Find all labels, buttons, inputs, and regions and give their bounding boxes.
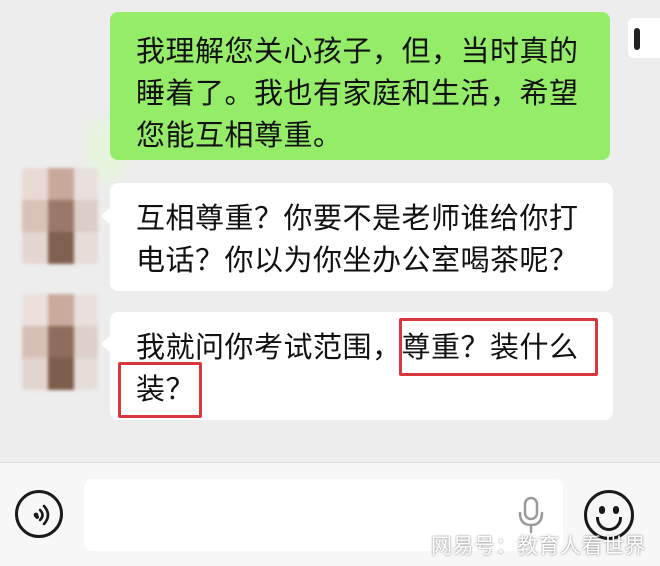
message-line: 我就问你考试范围，尊重？装什么 <box>136 330 579 364</box>
message-line: 您能互相尊重。 <box>136 118 343 152</box>
message-bubble-incoming[interactable]: 互相尊重？你要不是老师谁给你打 电话？你以为你坐办公室喝茶呢？ <box>110 183 613 291</box>
partial-bubble-edge <box>628 18 660 58</box>
contact-avatar[interactable] <box>22 168 98 264</box>
bubble-tail <box>101 336 110 352</box>
message-line: 睡着了。我也有家庭和生活，希望 <box>136 76 579 110</box>
message-line: 电话？你以为你坐办公室喝茶呢？ <box>136 243 579 277</box>
microphone-icon[interactable] <box>515 496 547 534</box>
contact-avatar[interactable] <box>22 294 98 390</box>
message-line: 我理解您关心孩子，但，当时真的 <box>136 34 579 68</box>
message-line: 互相尊重？你要不是老师谁给你打 <box>136 201 579 235</box>
watermark: 网易号：教育人看世界 <box>431 534 646 558</box>
chat-area[interactable]: 我理解您关心孩子，但，当时真的 睡着了。我也有家庭和生活，希望 您能互相尊重。 … <box>0 0 660 462</box>
bubble-tail <box>101 208 110 224</box>
message-line: 装？ <box>136 372 196 406</box>
message-bubble-outgoing[interactable]: 我理解您关心孩子，但，当时真的 睡着了。我也有家庭和生活，希望 您能互相尊重。 <box>110 12 610 160</box>
voice-toggle-icon[interactable] <box>15 490 63 538</box>
message-bubble-incoming[interactable]: 我就问你考试范围，尊重？装什么 装？ <box>110 312 613 420</box>
